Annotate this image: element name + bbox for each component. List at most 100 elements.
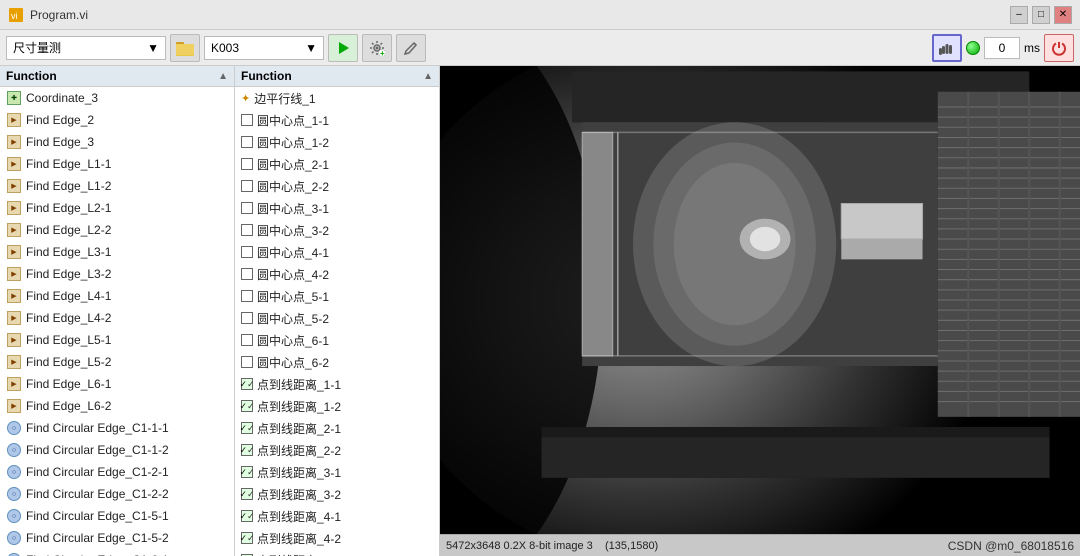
list-item-label: Find Circular Edge_C1-2-1 — [26, 465, 169, 479]
list-item[interactable]: ▶Find Edge_L3-2 — [0, 263, 234, 285]
middle-list-item[interactable]: 圆中心点_3-1 — [235, 197, 439, 219]
list-item[interactable]: ▶Find Edge_L6-2 — [0, 395, 234, 417]
list-item[interactable]: ▶Find Edge_3 — [0, 131, 234, 153]
circle-icon: ○ — [6, 442, 22, 458]
list-item[interactable]: ○Find Circular Edge_C1-5-2 — [0, 527, 234, 549]
checkbox[interactable]: ✓ — [241, 400, 253, 412]
list-item[interactable]: ○Find Circular Edge_C1-2-1 — [0, 461, 234, 483]
checkbox[interactable] — [241, 268, 253, 280]
list-item[interactable]: ▶Find Edge_L2-2 — [0, 219, 234, 241]
checkbox[interactable] — [241, 158, 253, 170]
checkbox[interactable] — [241, 114, 253, 126]
middle-list-item[interactable]: ✓点到线距离_1-2 — [235, 395, 439, 417]
middle-list-item[interactable]: 圆中心点_2-1 — [235, 153, 439, 175]
checkbox[interactable] — [241, 334, 253, 346]
checkbox[interactable] — [241, 356, 253, 368]
list-item-label: Find Circular Edge_C1-5-2 — [26, 531, 169, 545]
list-item[interactable]: ○Find Circular Edge_C1-2-2 — [0, 483, 234, 505]
checkbox[interactable] — [241, 246, 253, 258]
middle-list-item[interactable]: ✓ 点到线距离_1-1 — [235, 373, 439, 395]
run-button[interactable] — [328, 34, 358, 62]
ms-value-input[interactable] — [984, 37, 1020, 59]
middle-scroll-up[interactable]: ▲ — [423, 71, 433, 82]
middle-list-item[interactable]: 圆中心点_6-1 — [235, 329, 439, 351]
middle-list-item[interactable]: ✓点到线距离_2-2 — [235, 439, 439, 461]
middle-list-item-label: 点到线距离_1-1 — [257, 376, 341, 393]
middle-list-item[interactable]: ✦边平行线_1 — [235, 87, 439, 109]
checkbox[interactable] — [241, 202, 253, 214]
checkbox[interactable]: ✓ — [241, 488, 253, 500]
middle-list-item[interactable]: 圆中心点_2-2 — [235, 175, 439, 197]
list-item[interactable]: ○Find Circular Edge_C1-5-1 — [0, 505, 234, 527]
middle-panel: Function ▲ ✦边平行线_1圆中心点_1-1圆中心点_1-2圆中心点_2… — [235, 66, 440, 556]
middle-list-item-label: 点到线距离_4-2 — [257, 530, 341, 547]
list-item[interactable]: ✚Coordinate_3 — [0, 87, 234, 109]
middle-list-item[interactable]: ✓点到线距离_3-1 — [235, 461, 439, 483]
list-item[interactable]: ▶Find Edge_L2-1 — [0, 197, 234, 219]
middle-list-item[interactable]: 圆中心点_4-1 — [235, 241, 439, 263]
checkbox[interactable]: ✓ — [241, 422, 253, 434]
list-item[interactable]: ○Find Circular Edge_C1-6-1 — [0, 549, 234, 556]
list-item-label: Find Edge_L5-2 — [26, 355, 111, 369]
checkbox[interactable]: ✓ — [241, 532, 253, 544]
checkbox[interactable] — [241, 224, 253, 236]
list-item[interactable]: ▶Find Edge_L6-1 — [0, 373, 234, 395]
list-item-label: Find Circular Edge_C1-5-1 — [26, 509, 169, 523]
checkbox[interactable] — [241, 290, 253, 302]
middle-list-item[interactable]: 圆中心点_6-2 — [235, 351, 439, 373]
edge-icon: ▶ — [6, 134, 22, 150]
middle-list-item[interactable]: 圆中心点_1-2 — [235, 131, 439, 153]
list-item[interactable]: ▶Find Edge_L1-1 — [0, 153, 234, 175]
list-item[interactable]: ▶Find Edge_L5-1 — [0, 329, 234, 351]
edge-icon: ▶ — [6, 310, 22, 326]
settings-button[interactable]: + — [362, 34, 392, 62]
list-item[interactable]: ▶Find Edge_L3-1 — [0, 241, 234, 263]
list-item[interactable]: ▶Find Edge_L5-2 — [0, 351, 234, 373]
ms-label: ms — [1024, 41, 1040, 55]
middle-list-item[interactable]: ✓ 点到线距离_4-2 — [235, 527, 439, 549]
edge-icon: ▶ — [6, 266, 22, 282]
middle-list-item[interactable]: ✓点到线距离_4-1 — [235, 505, 439, 527]
main-content: Function ▲ ✚Coordinate_3▶Find Edge_2▶Fin… — [0, 66, 1080, 556]
checkbox[interactable] — [241, 312, 253, 324]
green-led — [966, 41, 980, 55]
list-item[interactable]: ▶Find Edge_L4-1 — [0, 285, 234, 307]
list-item[interactable]: ▶Find Edge_L4-2 — [0, 307, 234, 329]
checkbox[interactable]: ✓ — [241, 510, 253, 522]
middle-list-item[interactable]: ✓点到线距离_5-1 — [235, 549, 439, 556]
middle-list-item[interactable]: 圆中心点_5-1 — [235, 285, 439, 307]
right-dropdown[interactable]: K003 ▼ — [204, 36, 324, 60]
middle-list-item[interactable]: ✓点到线距离_2-1 — [235, 417, 439, 439]
circle-icon: ○ — [6, 486, 22, 502]
power-button[interactable] — [1044, 34, 1074, 62]
checkbox[interactable]: ✓ — [241, 378, 253, 390]
list-item[interactable]: ○Find Circular Edge_C1-1-1 — [0, 417, 234, 439]
maximize-button[interactable]: □ — [1032, 6, 1050, 24]
middle-list-item[interactable]: 圆中心点_1-1 — [235, 109, 439, 131]
middle-list-item[interactable]: 圆中心点_3-2 — [235, 219, 439, 241]
list-item[interactable]: ▶Find Edge_2 — [0, 109, 234, 131]
middle-list-item[interactable]: ✓点到线距离_3-2 — [235, 483, 439, 505]
left-panel-title: Function — [6, 69, 57, 83]
edit-button[interactable] — [396, 34, 426, 62]
left-panel-list[interactable]: ✚Coordinate_3▶Find Edge_2▶Find Edge_3▶Fi… — [0, 87, 234, 556]
minimize-button[interactable]: – — [1010, 6, 1028, 24]
app-icon: vi — [8, 7, 24, 23]
checkbox[interactable] — [241, 136, 253, 148]
middle-panel-list[interactable]: ✦边平行线_1圆中心点_1-1圆中心点_1-2圆中心点_2-1圆中心点_2-2圆… — [235, 87, 439, 556]
checkbox[interactable] — [241, 180, 253, 192]
close-button[interactable]: ✕ — [1054, 6, 1072, 24]
left-dropdown[interactable]: 尺寸量测 ▼ — [6, 36, 166, 60]
middle-list-item-label: 圆中心点_3-2 — [257, 222, 329, 239]
list-item[interactable]: ○Find Circular Edge_C1-1-2 — [0, 439, 234, 461]
hand-button[interactable] — [932, 34, 962, 62]
checkbox[interactable]: ✓ — [241, 466, 253, 478]
status-bar: 5472x3648 0.2X 8-bit image 3 (135,1580) … — [440, 534, 1080, 556]
list-item[interactable]: ▶Find Edge_L1-2 — [0, 175, 234, 197]
left-scroll-up[interactable]: ▲ — [218, 71, 228, 82]
middle-list-item[interactable]: 圆中心点_5-2 — [235, 307, 439, 329]
middle-list-item[interactable]: 圆中心点_4-2 — [235, 263, 439, 285]
folder-button[interactable] — [170, 34, 200, 62]
middle-list-item-label: 圆中心点_4-1 — [257, 244, 329, 261]
checkbox[interactable]: ✓ — [241, 444, 253, 456]
